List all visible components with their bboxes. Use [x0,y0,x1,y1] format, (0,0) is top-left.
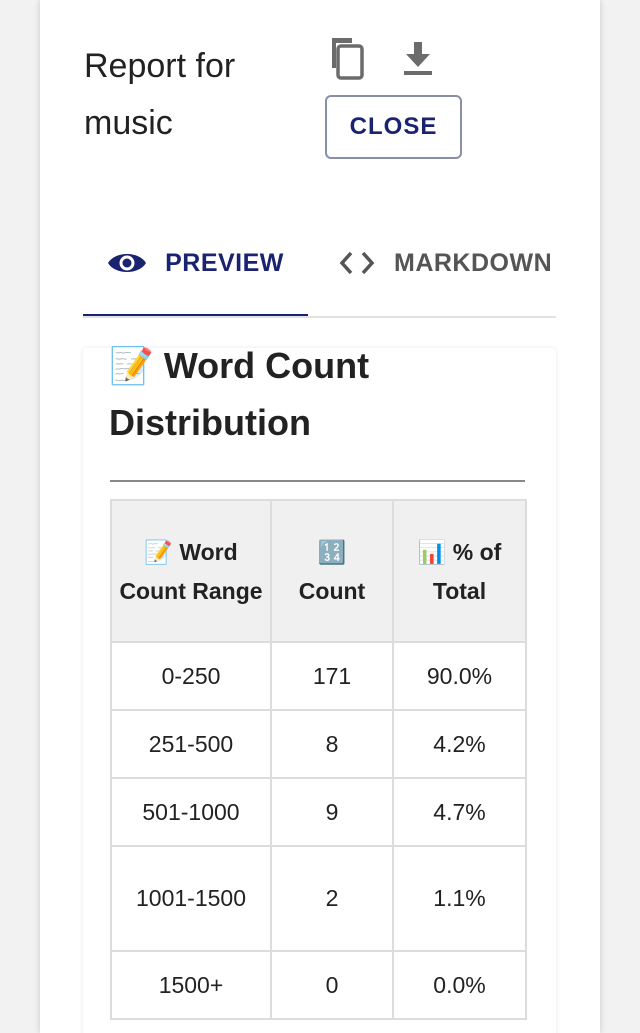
section-heading: 📝 Word Count Distribution [109,338,529,451]
report-dialog: Report for music CLOSE PREVIEW MARKDOWN … [40,0,600,1033]
table-row: 501-1000 9 4.7% [110,777,527,847]
count-cell: 8 [270,709,394,779]
range-cell: 1500+ [110,950,272,1020]
header-count: 🔢 Count [270,499,394,643]
percent-cell: 4.7% [392,777,527,847]
count-cell: 9 [270,777,394,847]
range-cell: 251-500 [110,709,272,779]
active-tab-indicator [83,314,308,316]
memo-icon: 📝 [144,539,173,566]
table-row: 251-500 8 4.2% [110,709,527,779]
header-range-label: Word Count Range [119,538,263,604]
preview-content: 📝 Word Count Distribution 📝 Word Count R… [83,345,556,1033]
word-count-table: 📝 Word Count Range 🔢 Count 📊 % of Total [110,499,527,1020]
download-button[interactable] [394,36,442,84]
tab-bar: PREVIEW MARKDOWN SOURCE [83,210,556,318]
table-row: 1001-1500 2 1.1% [110,845,527,952]
percent-cell: 90.0% [392,641,527,711]
percent-cell: 4.2% [392,709,527,779]
memo-icon: 📝 [109,346,154,387]
numbers-icon: 🔢 [317,539,347,566]
range-cell: 1001-1500 [110,845,272,952]
download-icon [402,40,434,81]
eye-icon [107,250,147,276]
header-range: 📝 Word Count Range [110,499,272,643]
tab-preview-label: PREVIEW [165,248,284,277]
count-cell: 171 [270,641,394,711]
range-cell: 0-250 [110,641,272,711]
percent-cell: 0.0% [392,950,527,1020]
tab-preview[interactable]: PREVIEW [83,210,308,316]
table-row: 0-250 171 90.0% [110,641,527,711]
tab-markdown-source[interactable]: MARKDOWN SOURCE [338,210,556,316]
range-cell: 501-1000 [110,777,272,847]
copy-icon [326,36,366,85]
header-count-label: Count [298,577,366,604]
dialog-title: Report for music [84,47,236,142]
count-cell: 0 [270,950,394,1020]
bar-chart-icon: 📊 [417,539,447,566]
tab-markdown-label: MARKDOWN SOURCE [394,248,556,277]
table-row: 1500+ 0 0.0% [110,950,527,1020]
header-percent: 📊 % of Total [392,499,527,643]
heading-divider [110,480,525,482]
count-cell: 2 [270,845,394,952]
code-icon [338,250,376,276]
close-button[interactable]: CLOSE [325,95,462,159]
table-header-row: 📝 Word Count Range 🔢 Count 📊 % of Total [110,499,527,643]
copy-button[interactable] [322,36,370,84]
percent-cell: 1.1% [392,845,527,952]
